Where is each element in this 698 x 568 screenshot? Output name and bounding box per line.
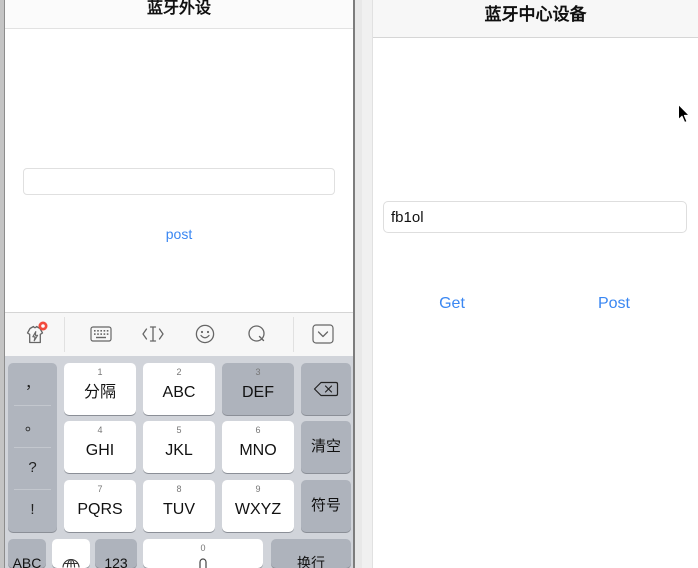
app-badge-icon[interactable] — [22, 321, 48, 347]
punctuation-exclamation[interactable]: ! — [8, 489, 57, 531]
window-side-strip — [362, 0, 373, 568]
key-label: WXYZ — [234, 501, 282, 518]
mouse-pointer-icon — [678, 104, 690, 123]
globe-icon — [62, 559, 80, 568]
key-digit: 3 — [255, 367, 261, 377]
punctuation-question[interactable]: ? — [8, 447, 57, 489]
page-title: 蓝牙外设 — [146, 0, 211, 17]
pinyin-keyboard: ， 。 ? ! 1 分隔 2 ABC 3 DEF 4 GHI 5 JKL 6 M… — [5, 356, 353, 568]
symbols-key[interactable]: 符号 — [301, 480, 351, 532]
key-label: 清空 — [310, 438, 341, 455]
abc-key[interactable]: ABC — [8, 539, 46, 568]
get-button[interactable]: Get — [412, 294, 492, 314]
page-title: 蓝牙中心设备 — [484, 5, 587, 24]
cursor-move-icon[interactable] — [141, 325, 165, 343]
key-digit: 0 — [200, 543, 206, 553]
key-digit: 5 — [176, 425, 182, 435]
search-icon[interactable] — [247, 324, 267, 344]
key-3-def[interactable]: 3 DEF — [222, 363, 294, 415]
keyboard-toolbar — [5, 312, 353, 356]
key-4-ghi[interactable]: 4 GHI — [64, 421, 136, 473]
emoji-icon[interactable] — [195, 324, 215, 344]
key-label: ABC — [162, 384, 196, 401]
key-label: ABC — [12, 555, 42, 568]
backspace-icon — [313, 381, 339, 397]
punctuation-list[interactable]: ， 。 ? ! — [8, 363, 57, 532]
key-label: DEF — [242, 384, 274, 401]
key-label: 分隔 — [83, 384, 116, 401]
key-digit: 2 — [176, 367, 182, 377]
key-5-jkl[interactable]: 5 JKL — [143, 421, 215, 473]
key-digit: 1 — [97, 367, 103, 377]
key-label: 符号 — [310, 497, 341, 514]
key-digit: 8 — [176, 484, 182, 494]
return-key[interactable]: 换行 — [271, 539, 351, 568]
key-7-pqrs[interactable]: 7 PQRS — [64, 480, 136, 532]
key-label: GHI — [85, 442, 115, 459]
key-6-mno[interactable]: 6 MNO — [222, 421, 294, 473]
keyboard-icon[interactable] — [90, 326, 112, 342]
key-label: MNO — [239, 442, 277, 459]
numbers-key[interactable]: 123 — [95, 539, 137, 568]
key-digit: 7 — [97, 484, 103, 494]
post-button[interactable]: Post — [574, 294, 654, 314]
hide-keyboard-icon[interactable] — [312, 324, 334, 344]
punctuation-comma[interactable]: ， — [8, 363, 57, 405]
key-digit: 9 — [255, 484, 261, 494]
toolbar-divider — [293, 317, 294, 352]
peripheral-window: 蓝牙外设 post ， 。 ? ! 1 分隔 2 ABC 3 DEF 4 GHI… — [5, 0, 355, 568]
key-label: 换行 — [297, 555, 325, 568]
space-key[interactable]: 0 — [143, 539, 263, 568]
message-input[interactable] — [23, 168, 335, 195]
backspace-key[interactable] — [301, 363, 351, 415]
key-label: JKL — [165, 442, 193, 459]
key-9-wxyz[interactable]: 9 WXYZ — [222, 480, 294, 532]
key-digit: 4 — [97, 425, 103, 435]
punctuation-period[interactable]: 。 — [8, 405, 57, 447]
toolbar-divider — [64, 317, 65, 352]
key-label: 123 — [104, 555, 128, 568]
key-8-tuv[interactable]: 8 TUV — [143, 480, 215, 532]
globe-key[interactable] — [52, 539, 90, 568]
clear-key[interactable]: 清空 — [301, 421, 351, 473]
key-1-separator[interactable]: 1 分隔 — [64, 363, 136, 415]
post-button[interactable]: post — [129, 225, 229, 243]
central-window: 蓝牙中心设备 Get Post — [362, 0, 698, 568]
key-label: PQRS — [77, 501, 123, 518]
key-digit: 6 — [255, 425, 261, 435]
microphone-icon — [199, 558, 207, 568]
key-label: TUV — [163, 501, 195, 518]
key-2-abc[interactable]: 2 ABC — [143, 363, 215, 415]
message-input[interactable] — [383, 201, 687, 233]
